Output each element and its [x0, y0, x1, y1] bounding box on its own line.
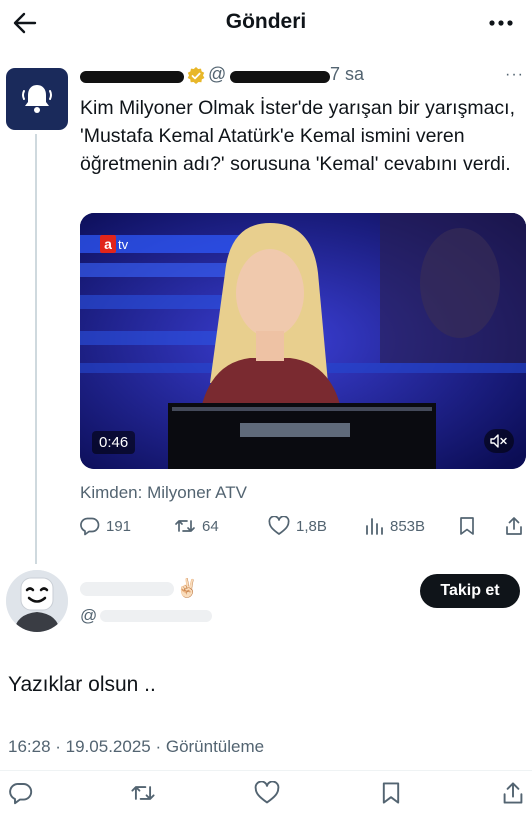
post-text: Kim Milyoner Olmak İster'de yarışan bir … — [80, 97, 515, 175]
reply-comment-button[interactable] — [6, 778, 36, 808]
share-icon — [506, 517, 522, 535]
thread-line — [35, 134, 37, 564]
channel-logo: a tv — [100, 235, 128, 253]
divider — [0, 770, 532, 771]
top-bar: Gönderi — [0, 0, 532, 46]
reply-handle-prefix: @ — [80, 606, 98, 625]
heart-icon — [254, 781, 280, 804]
page-title: Gönderi — [225, 10, 307, 33]
reply-bookmark-button[interactable] — [376, 778, 406, 808]
reply-avatar[interactable] — [6, 570, 68, 632]
bookmark-icon — [460, 517, 474, 535]
reply-share-button[interactable] — [498, 778, 528, 808]
video-frame — [80, 213, 526, 469]
comment-icon — [9, 783, 33, 805]
reply-repost-button[interactable] — [128, 778, 158, 808]
victory-hand-emoji: ✌🏻 — [176, 578, 199, 598]
bookmark-action[interactable] — [458, 514, 476, 538]
handle-prefix: @ — [208, 64, 227, 84]
view-count: 853B — [390, 517, 426, 535]
source-attribution[interactable]: Kimden: Milyoner ATV — [80, 483, 247, 503]
reply-action[interactable]: 191 — [80, 514, 131, 538]
comment-icon — [80, 517, 100, 536]
reply-display-name-redacted — [80, 582, 174, 596]
post-more-icon[interactable]: ··· — [505, 66, 524, 84]
like-count: 1,8B — [296, 517, 327, 535]
video-duration: 0:46 — [92, 431, 136, 454]
reply-text: Yazıklar olsun .. — [8, 673, 156, 696]
repost-icon — [131, 786, 155, 800]
repost-icon — [175, 520, 195, 532]
mute-icon[interactable] — [484, 429, 514, 453]
reply-count: 191 — [106, 517, 132, 535]
post-metadata: 16:28 · 19.05.2025 · Görüntüleme — [8, 737, 265, 756]
bell-icon — [22, 85, 52, 113]
video-player[interactable]: a tv 0:46 — [80, 213, 526, 469]
like-action[interactable]: 1,8B — [268, 514, 327, 538]
share-action[interactable] — [504, 514, 524, 538]
verified-badge-icon — [186, 66, 206, 86]
analytics-icon — [366, 518, 383, 535]
heart-icon — [268, 516, 290, 535]
share-icon — [503, 782, 523, 804]
bookmark-icon — [382, 782, 400, 804]
views-action[interactable]: 853B — [364, 514, 425, 538]
post-time: 7 sa — [330, 64, 365, 84]
repost-count: 64 — [202, 517, 219, 535]
handle-redacted — [230, 71, 330, 83]
follow-button[interactable]: Takip et — [420, 574, 520, 608]
display-name-redacted — [80, 71, 184, 83]
repost-action[interactable]: 64 — [174, 514, 219, 538]
reply-like-button[interactable] — [252, 778, 282, 808]
reply-handle-redacted — [100, 610, 212, 622]
marshmello-avatar-icon — [6, 570, 68, 632]
account-avatar[interactable] — [6, 68, 68, 130]
more-options-icon[interactable] — [484, 8, 518, 38]
